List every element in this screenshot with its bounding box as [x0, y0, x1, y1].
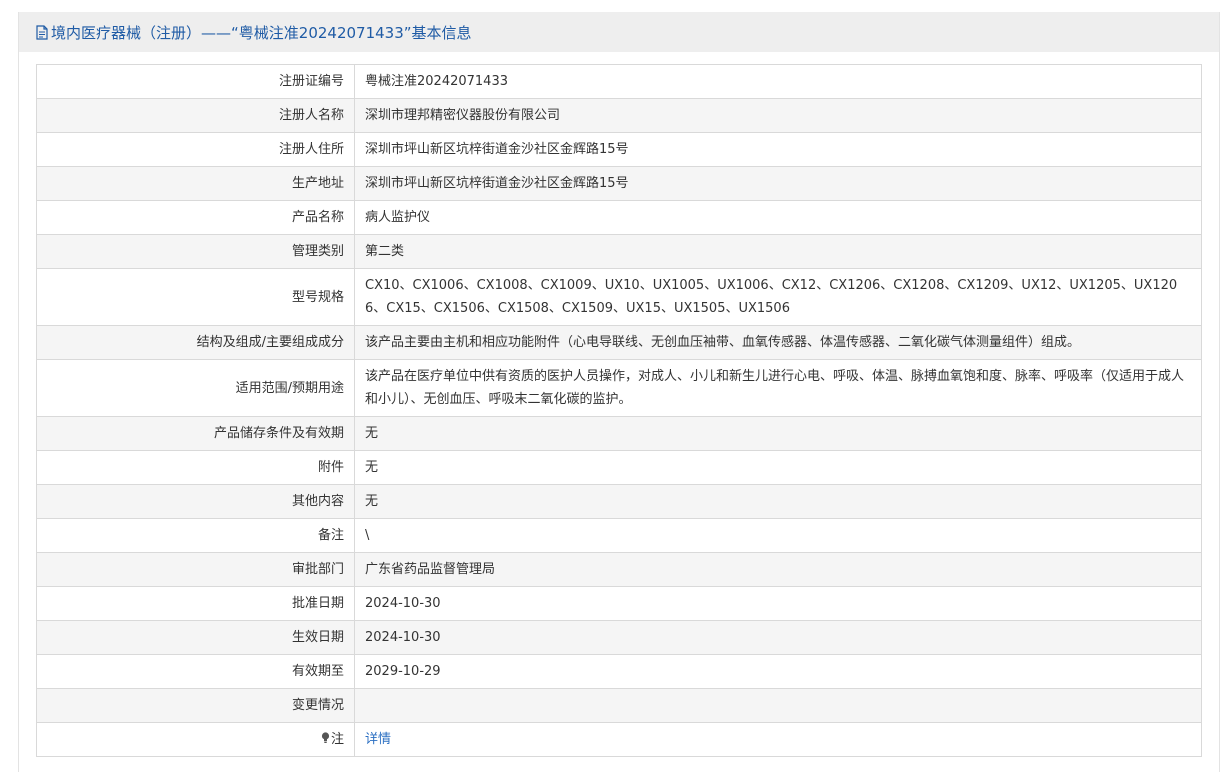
- row-value: 深圳市理邦精密仪器股份有限公司: [354, 98, 1202, 133]
- table-row: 注册人住所 深圳市坪山新区坑梓街道金沙社区金辉路15号: [36, 132, 1202, 167]
- row-value: 该产品在医疗单位中供有资质的医护人员操作，对成人、小儿和新生儿进行心电、呼吸、体…: [354, 359, 1202, 417]
- lightbulb-icon: [321, 732, 330, 743]
- row-label: 注册证编号: [36, 64, 355, 99]
- row-label: 变更情况: [36, 688, 355, 723]
- row-label: 其他内容: [36, 484, 355, 519]
- row-value: CX10、CX1006、CX1008、CX1009、UX10、UX1005、UX…: [354, 268, 1202, 326]
- row-label: 批准日期: [36, 586, 355, 621]
- row-label: 生产地址: [36, 166, 355, 201]
- table-row: 审批部门 广东省药品监督管理局: [36, 552, 1202, 587]
- table-row: 其他内容 无: [36, 484, 1202, 519]
- row-value: 广东省药品监督管理局: [354, 552, 1202, 587]
- row-label: 适用范围/预期用途: [36, 359, 355, 417]
- row-value: \: [354, 518, 1202, 553]
- table-row: 注册人名称 深圳市理邦精密仪器股份有限公司: [36, 98, 1202, 133]
- row-label: 审批部门: [36, 552, 355, 587]
- table-row: 附件 无: [36, 450, 1202, 485]
- table-row: 管理类别 第二类: [36, 234, 1202, 269]
- row-value: 无: [354, 450, 1202, 485]
- row-value: 无: [354, 484, 1202, 519]
- row-value: 无: [354, 416, 1202, 451]
- page-title: 境内医疗器械（注册）——“粤械注准20242071433”基本信息: [51, 23, 472, 42]
- row-value: 2024-10-30: [354, 586, 1202, 621]
- row-value: 病人监护仪: [354, 200, 1202, 235]
- table-row: 型号规格 CX10、CX1006、CX1008、CX1009、UX10、UX10…: [36, 268, 1202, 326]
- row-value: 深圳市坪山新区坑梓街道金沙社区金辉路15号: [354, 132, 1202, 167]
- table-row: 产品名称 病人监护仪: [36, 200, 1202, 235]
- row-label: 附件: [36, 450, 355, 485]
- table-row: 结构及组成/主要组成成分 该产品主要由主机和相应功能附件（心电导联线、无创血压袖…: [36, 325, 1202, 360]
- row-label: 型号规格: [36, 268, 355, 326]
- row-label: 结构及组成/主要组成成分: [36, 325, 355, 360]
- table-row: 变更情况: [36, 688, 1202, 723]
- row-label: 注册人名称: [36, 98, 355, 133]
- panel-header: 境内医疗器械（注册）——“粤械注准20242071433”基本信息: [19, 12, 1219, 52]
- row-value: [354, 688, 1202, 723]
- row-value: 该产品主要由主机和相应功能附件（心电导联线、无创血压袖带、血氧传感器、体温传感器…: [354, 325, 1202, 360]
- note-row: 注 详情: [36, 722, 1202, 757]
- row-label: 管理类别: [36, 234, 355, 269]
- info-panel: 境内医疗器械（注册）——“粤械注准20242071433”基本信息 注册证编号 …: [18, 12, 1220, 772]
- table-row: 适用范围/预期用途 该产品在医疗单位中供有资质的医护人员操作，对成人、小儿和新生…: [36, 359, 1202, 417]
- row-label: 有效期至: [36, 654, 355, 689]
- note-label: 注: [330, 732, 344, 747]
- info-table: 注册证编号 粤械注准20242071433 注册人名称 深圳市理邦精密仪器股份有…: [36, 64, 1202, 757]
- row-value: 2029-10-29: [354, 654, 1202, 689]
- note-label-cell: 注: [36, 722, 355, 757]
- row-value: 粤械注准20242071433: [354, 64, 1202, 99]
- row-value: 第二类: [354, 234, 1202, 269]
- row-label: 备注: [36, 518, 355, 553]
- row-value: 深圳市坪山新区坑梓街道金沙社区金辉路15号: [354, 166, 1202, 201]
- table-row: 产品储存条件及有效期 无: [36, 416, 1202, 451]
- table-row: 批准日期 2024-10-30: [36, 586, 1202, 621]
- row-label: 产品储存条件及有效期: [36, 416, 355, 451]
- table-row: 生产地址 深圳市坪山新区坑梓街道金沙社区金辉路15号: [36, 166, 1202, 201]
- table-row: 生效日期 2024-10-30: [36, 620, 1202, 655]
- table-row: 有效期至 2029-10-29: [36, 654, 1202, 689]
- row-label: 注册人住所: [36, 132, 355, 167]
- details-link[interactable]: 详情: [365, 732, 391, 747]
- table-row: 备注 \: [36, 518, 1202, 553]
- row-label: 产品名称: [36, 200, 355, 235]
- row-value: 2024-10-30: [354, 620, 1202, 655]
- row-label: 生效日期: [36, 620, 355, 655]
- table-row: 注册证编号 粤械注准20242071433: [36, 64, 1202, 99]
- document-icon: [36, 24, 48, 40]
- note-value-cell: 详情: [354, 722, 1202, 757]
